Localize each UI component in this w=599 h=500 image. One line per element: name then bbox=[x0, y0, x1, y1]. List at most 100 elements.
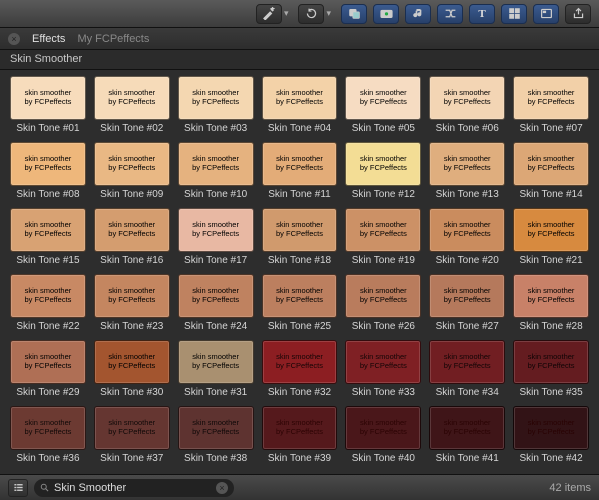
effect-swatch: skin smootherby FCPeffects bbox=[10, 340, 86, 384]
swatch-text-line2: by FCPeffects bbox=[276, 428, 323, 437]
effect-item[interactable]: skin smootherby FCPeffectsSkin Tone #28 bbox=[513, 274, 589, 332]
effect-item[interactable]: skin smootherby FCPeffectsSkin Tone #38 bbox=[178, 406, 254, 464]
effect-caption: Skin Tone #21 bbox=[519, 255, 582, 266]
effect-item[interactable]: skin smootherby FCPeffectsSkin Tone #25 bbox=[262, 274, 338, 332]
swatch-text-line2: by FCPeffects bbox=[444, 296, 491, 305]
swatch-text-line2: by FCPeffects bbox=[276, 164, 323, 173]
effect-item[interactable]: skin smootherby FCPeffectsSkin Tone #15 bbox=[10, 208, 86, 266]
tab-my-fcpeffects[interactable]: My FCPeffects bbox=[77, 33, 149, 45]
effect-item[interactable]: skin smootherby FCPeffectsSkin Tone #34 bbox=[429, 340, 505, 398]
music-browser[interactable] bbox=[405, 4, 431, 24]
effect-item[interactable]: skin smootherby FCPeffectsSkin Tone #10 bbox=[178, 142, 254, 200]
effect-caption: Skin Tone #33 bbox=[352, 387, 415, 398]
effect-item[interactable]: skin smootherby FCPeffects Skin Tone #21 bbox=[513, 208, 589, 266]
effect-swatch: skin smootherby FCPeffects bbox=[429, 274, 505, 318]
themes-browser[interactable] bbox=[533, 4, 559, 24]
effect-item[interactable]: skin smootherby FCPeffects Skin Tone #29 bbox=[10, 340, 86, 398]
effect-item[interactable]: skin smootherby FCPeffects Skin Tone #39 bbox=[262, 406, 338, 464]
effect-item[interactable]: skin smootherby FCPeffectsSkin Tone #30 bbox=[94, 340, 170, 398]
generators-browser[interactable] bbox=[501, 4, 527, 24]
category-header: Skin Smoother bbox=[0, 50, 599, 70]
search-input[interactable] bbox=[54, 482, 216, 494]
transitions-browser[interactable] bbox=[437, 4, 463, 24]
item-count: 42 items bbox=[549, 482, 591, 494]
list-view-icon bbox=[13, 482, 24, 493]
effect-caption: Skin Tone #04 bbox=[268, 123, 331, 134]
effect-item[interactable]: skin smootherby FCPeffectsSkin Tone #22 bbox=[10, 274, 86, 332]
search-field[interactable]: × bbox=[34, 479, 234, 497]
effect-swatch: skin smootherby FCPeffects bbox=[345, 142, 421, 186]
effect-caption: Skin Tone #08 bbox=[16, 189, 79, 200]
effect-item[interactable]: skin smootherby FCPeffectsSkin Tone #09 bbox=[94, 142, 170, 200]
effect-item[interactable]: skin smootherby FCPeffectsSkin Tone #14 bbox=[513, 142, 589, 200]
effect-caption: Skin Tone #40 bbox=[352, 453, 415, 464]
effect-caption: Skin Tone #32 bbox=[268, 387, 331, 398]
tab-effects[interactable]: Effects bbox=[32, 33, 65, 45]
effect-swatch: skin smootherby FCPeffects bbox=[513, 406, 589, 450]
effect-swatch: skin smootherby FCPeffects bbox=[94, 142, 170, 186]
effect-swatch: skin smootherby FCPeffects bbox=[345, 274, 421, 318]
effect-item[interactable]: skin smootherby FCPeffectsSkin Tone #27 bbox=[429, 274, 505, 332]
effect-item[interactable]: skin smootherby FCPeffectsSkin Tone #06 bbox=[429, 76, 505, 134]
effect-item[interactable]: skin smootherby FCPeffectsSkin Tone #17 bbox=[178, 208, 254, 266]
swatch-text-line2: by FCPeffects bbox=[360, 428, 407, 437]
effect-item[interactable]: skin smootherby FCPeffects Skin Tone #32 bbox=[262, 340, 338, 398]
effect-item[interactable]: skin smootherby FCPeffectsSkin Tone #12 bbox=[345, 142, 421, 200]
effect-item[interactable]: skin smootherby FCPeffectsSkin Tone #01 bbox=[10, 76, 86, 134]
effect-item[interactable]: skin smootherby FCPeffectsSkin Tone #19 bbox=[345, 208, 421, 266]
swatch-text-line2: by FCPeffects bbox=[24, 98, 71, 107]
effect-item[interactable]: skin smootherby FCPeffectsSkin Tone #36 bbox=[10, 406, 86, 464]
swatch-text-line2: by FCPeffects bbox=[192, 362, 239, 371]
effect-caption: Skin Tone #36 bbox=[16, 453, 79, 464]
effect-caption: Skin Tone #24 bbox=[184, 321, 247, 332]
effect-item[interactable]: skin smootherby FCPeffectsSkin Tone #40 bbox=[345, 406, 421, 464]
swatch-text-line2: by FCPeffects bbox=[528, 98, 575, 107]
swatch-text-line2: by FCPeffects bbox=[108, 428, 155, 437]
effect-item[interactable]: skin smootherby FCPeffectsSkin Tone #05 bbox=[345, 76, 421, 134]
effect-item[interactable]: skin smootherby FCPeffectsSkin Tone #08 bbox=[10, 142, 86, 200]
effect-item[interactable]: skin smootherby FCPeffectsSkin Tone #07 bbox=[513, 76, 589, 134]
effect-item[interactable]: skin smootherby FCPeffectsSkin Tone #13 bbox=[429, 142, 505, 200]
effect-item[interactable]: skin smootherby FCPeffectsSkin Tone #03 bbox=[178, 76, 254, 134]
swatch-text-line2: by FCPeffects bbox=[276, 296, 323, 305]
effect-item[interactable]: skin smootherby FCPeffectsSkin Tone #20 bbox=[429, 208, 505, 266]
effect-item[interactable]: skin smootherby FCPeffectsSkin Tone #33 bbox=[345, 340, 421, 398]
effect-swatch: skin smootherby FCPeffects bbox=[429, 208, 505, 252]
effect-caption: Skin Tone #38 bbox=[184, 453, 247, 464]
list-view-toggle[interactable] bbox=[8, 479, 28, 497]
clear-search-button[interactable]: × bbox=[216, 482, 228, 494]
effect-swatch: skin smootherby FCPeffects bbox=[178, 142, 254, 186]
effect-item[interactable]: skin smootherby FCPeffectsSkin Tone #35 bbox=[513, 340, 589, 398]
effect-swatch: skin smootherby FCPeffects bbox=[94, 208, 170, 252]
effect-swatch: skin smootherby FCPeffects bbox=[94, 76, 170, 120]
share-button[interactable] bbox=[565, 4, 591, 24]
effect-item[interactable]: skin smootherby FCPeffectsSkin Tone #41 bbox=[429, 406, 505, 464]
close-browser-button[interactable]: × bbox=[8, 33, 20, 45]
effect-swatch: skin smootherby FCPeffects bbox=[513, 208, 589, 252]
effect-caption: Skin Tone #39 bbox=[268, 453, 331, 464]
dropdown-icon: ▾ bbox=[326, 8, 331, 19]
effect-item[interactable]: skin smootherby FCPeffectsSkin Tone #26 bbox=[345, 274, 421, 332]
photos-browser[interactable] bbox=[373, 4, 399, 24]
effect-item[interactable]: skin smootherby FCPeffectsSkin Tone #42 bbox=[513, 406, 589, 464]
effect-caption: Skin Tone #30 bbox=[100, 387, 163, 398]
effect-caption: Skin Tone #29 bbox=[16, 387, 79, 398]
effect-item[interactable]: skin smootherby FCPeffectsSkin Tone #24 bbox=[178, 274, 254, 332]
titles-browser[interactable]: T bbox=[469, 4, 495, 24]
transitions-icon bbox=[444, 7, 457, 20]
effect-item[interactable]: skin smootherby FCPeffectsSkin Tone #11 bbox=[262, 142, 338, 200]
effect-item[interactable]: skin smootherby FCPeffectsSkin Tone #04 bbox=[262, 76, 338, 134]
enhancements-menu[interactable] bbox=[256, 4, 282, 24]
effect-item[interactable]: skin smootherby FCPeffectsSkin Tone #02 bbox=[94, 76, 170, 134]
effect-item[interactable]: skin smootherby FCPeffectsSkin Tone #16 bbox=[94, 208, 170, 266]
effect-item[interactable]: skin smootherby FCPeffectsSkin Tone #37 bbox=[94, 406, 170, 464]
swatch-text-line2: by FCPeffects bbox=[444, 164, 491, 173]
retiming-menu[interactable] bbox=[298, 4, 324, 24]
media-browser[interactable] bbox=[341, 4, 367, 24]
effect-item[interactable]: skin smootherby FCPeffectsSkin Tone #31 bbox=[178, 340, 254, 398]
effect-item[interactable]: skin smootherby FCPeffectsSkin Tone #18 bbox=[262, 208, 338, 266]
effect-item[interactable]: skin smootherby FCPeffectsSkin Tone #23 bbox=[94, 274, 170, 332]
effect-swatch: skin smootherby FCPeffects bbox=[262, 340, 338, 384]
effect-swatch: skin smootherby FCPeffects bbox=[262, 406, 338, 450]
swatch-text-line2: by FCPeffects bbox=[276, 362, 323, 371]
